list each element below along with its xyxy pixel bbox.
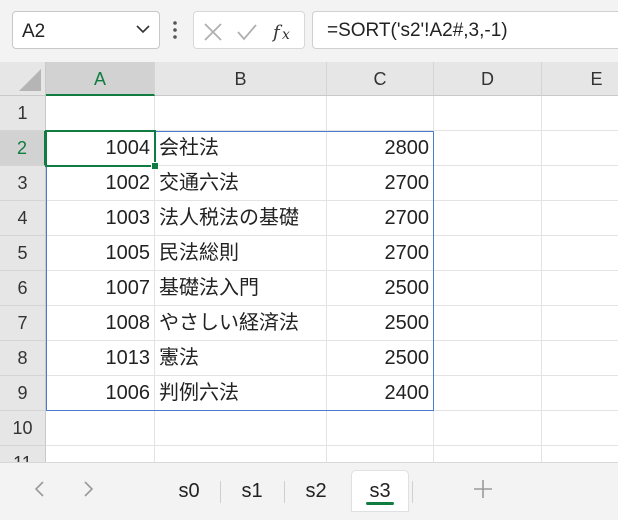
- cell-a3[interactable]: 1002: [46, 166, 155, 201]
- cell-c3[interactable]: 2700: [327, 166, 434, 201]
- cell[interactable]: [434, 411, 542, 446]
- cell-c9[interactable]: 2400: [327, 376, 434, 411]
- add-sheet-icon[interactable]: [471, 477, 495, 501]
- cell[interactable]: [542, 411, 618, 446]
- formula-bar-area: A2 f x =SORT('s2'!A2#,3,-1): [0, 0, 618, 62]
- cell[interactable]: [327, 411, 434, 446]
- formula-buttons: f x: [193, 11, 305, 49]
- column-header-d[interactable]: D: [434, 62, 542, 96]
- cell-c2[interactable]: 2800: [327, 131, 434, 166]
- more-options-icon[interactable]: [172, 20, 178, 40]
- column-header-a[interactable]: A: [46, 62, 155, 96]
- cell-b8[interactable]: 憲法: [155, 341, 327, 376]
- cell-b7[interactable]: やさしい経済法: [155, 306, 327, 341]
- formula-input[interactable]: =SORT('s2'!A2#,3,-1): [312, 11, 618, 49]
- sheet-tab-s3[interactable]: s3: [352, 471, 408, 511]
- row-header-8[interactable]: 8: [0, 341, 46, 376]
- cell[interactable]: [542, 271, 618, 306]
- cell-a8[interactable]: 1013: [46, 341, 155, 376]
- name-box[interactable]: A2: [12, 11, 160, 49]
- formula-text: =SORT('s2'!A2#,3,-1): [327, 20, 508, 41]
- chevron-left-icon[interactable]: [30, 479, 50, 499]
- cell[interactable]: [542, 236, 618, 271]
- cell-a2[interactable]: 1004: [46, 131, 155, 166]
- sheet-tab-s1[interactable]: s1: [223, 471, 281, 511]
- svg-text:x: x: [282, 27, 290, 43]
- row-header-5[interactable]: 5: [0, 236, 46, 271]
- cell[interactable]: [542, 446, 618, 462]
- cell[interactable]: [542, 201, 618, 236]
- cell-b5[interactable]: 民法総則: [155, 236, 327, 271]
- column-header-e[interactable]: E: [542, 62, 618, 96]
- cell-c5[interactable]: 2700: [327, 236, 434, 271]
- row-header-3[interactable]: 3: [0, 166, 46, 201]
- row-header-4[interactable]: 4: [0, 201, 46, 236]
- spreadsheet-grid[interactable]: A B C D E 1 2 3 4 5 6 7 8 9 10 11 1004 会…: [0, 62, 618, 462]
- row-header-6[interactable]: 6: [0, 271, 46, 306]
- cell[interactable]: [434, 201, 542, 236]
- cell[interactable]: [434, 271, 542, 306]
- row-header-9[interactable]: 9: [0, 376, 46, 411]
- row-header-1[interactable]: 1: [0, 96, 46, 131]
- tab-separator: [220, 481, 221, 503]
- cell-a7[interactable]: 1008: [46, 306, 155, 341]
- cell-a5[interactable]: 1005: [46, 236, 155, 271]
- row-header-11[interactable]: 11: [0, 446, 46, 462]
- cell-a4[interactable]: 1003: [46, 201, 155, 236]
- cell-c8[interactable]: 2500: [327, 341, 434, 376]
- cell[interactable]: [542, 166, 618, 201]
- cell-c4[interactable]: 2700: [327, 201, 434, 236]
- active-sheet-label: s3: [369, 480, 391, 502]
- cell-c7[interactable]: 2500: [327, 306, 434, 341]
- cell[interactable]: [434, 131, 542, 166]
- cell[interactable]: [542, 306, 618, 341]
- cell[interactable]: [434, 236, 542, 271]
- row-header-7[interactable]: 7: [0, 306, 46, 341]
- cell-b4[interactable]: 法人税法の基礎: [155, 201, 327, 236]
- cell[interactable]: [155, 446, 327, 462]
- cell[interactable]: [327, 446, 434, 462]
- cell[interactable]: [434, 96, 542, 131]
- cancel-icon[interactable]: [202, 21, 224, 43]
- cell[interactable]: [46, 411, 155, 446]
- sheet-tab-s0[interactable]: s0: [160, 471, 218, 511]
- cell[interactable]: [542, 376, 618, 411]
- row-header-10[interactable]: 10: [0, 411, 46, 446]
- cell-c6[interactable]: 2500: [327, 271, 434, 306]
- cell[interactable]: [155, 411, 327, 446]
- cell[interactable]: [542, 96, 618, 131]
- cell-a9[interactable]: 1006: [46, 376, 155, 411]
- sheet-tab-s2[interactable]: s2: [287, 471, 345, 511]
- cell-b3[interactable]: 交通六法: [155, 166, 327, 201]
- tab-separator: [412, 481, 413, 503]
- chevron-right-icon[interactable]: [78, 479, 98, 499]
- chevron-down-icon[interactable]: [135, 21, 151, 37]
- insert-function-icon[interactable]: f x: [272, 21, 298, 43]
- name-box-value: A2: [22, 21, 46, 42]
- cell[interactable]: [46, 446, 155, 462]
- cell-b6[interactable]: 基礎法入門: [155, 271, 327, 306]
- sheet-tab-bar: s0 s1 s2 s3: [0, 462, 618, 520]
- cell[interactable]: [434, 306, 542, 341]
- cell[interactable]: [155, 96, 327, 131]
- cell[interactable]: [434, 446, 542, 462]
- cell[interactable]: [434, 341, 542, 376]
- cell[interactable]: [434, 376, 542, 411]
- cell[interactable]: [327, 96, 434, 131]
- active-tab-underline: [366, 502, 394, 505]
- row-header-2[interactable]: 2: [0, 131, 46, 166]
- cell-b2[interactable]: 会社法: [155, 131, 327, 166]
- cell[interactable]: [542, 131, 618, 166]
- select-all-button[interactable]: [0, 62, 46, 96]
- confirm-icon[interactable]: [236, 21, 258, 43]
- cell[interactable]: [434, 166, 542, 201]
- tab-separator: [284, 481, 285, 503]
- column-header-b[interactable]: B: [155, 62, 327, 96]
- cell[interactable]: [542, 341, 618, 376]
- cell-b9[interactable]: 判例六法: [155, 376, 327, 411]
- cell[interactable]: [46, 96, 155, 131]
- column-header-c[interactable]: C: [327, 62, 434, 96]
- cell-a6[interactable]: 1007: [46, 271, 155, 306]
